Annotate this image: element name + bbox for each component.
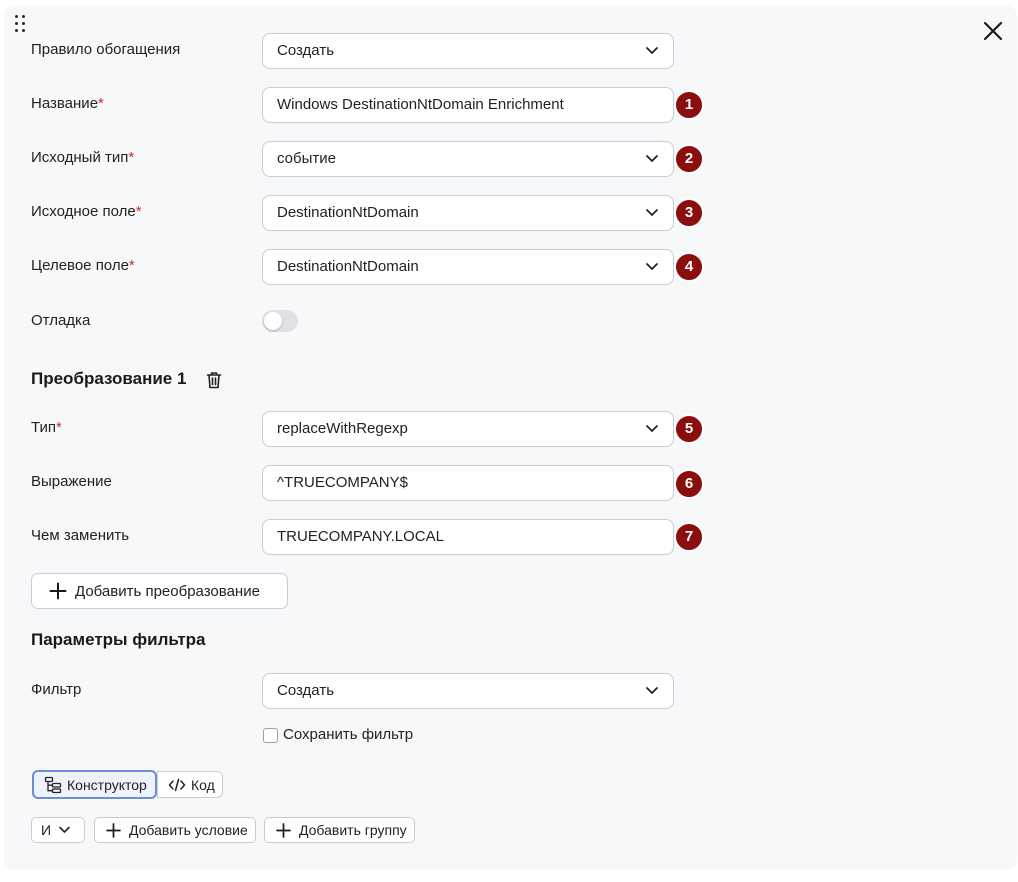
chevron-down-icon [646,155,658,162]
add-group-label: Добавить группу [299,822,407,838]
chevron-down-icon [646,687,658,694]
required-mark: * [128,149,135,166]
chevron-down-icon [59,826,70,833]
replace-with-input[interactable]: TRUECOMPANY.LOCAL [262,519,674,555]
step-badge-3: 3 [674,198,704,228]
enrichment-rule-label: Правило обогащения [31,40,180,60]
add-condition-label: Добавить условие [129,822,248,838]
step-badge-6: 6 [674,469,704,499]
tab-code-label: Код [191,776,215,793]
source-field-select[interactable]: DestinationNtDomain [262,195,674,231]
source-field-value: DestinationNtDomain [277,204,419,221]
source-type-label: Исходный тип* [31,148,134,168]
source-field-label: Исходное поле* [31,202,142,222]
target-field-label: Целевое поле* [31,256,135,276]
enrichment-rule-select[interactable]: Создать [262,33,674,69]
debug-toggle[interactable] [262,310,298,332]
enrichment-rule-value: Создать [277,42,335,59]
chevron-down-icon [646,263,658,270]
step-badge-4: 4 [674,252,704,282]
toggle-knob [264,312,282,330]
drag-handle-icon[interactable] [13,15,27,33]
transform-type-select[interactable]: replaceWithRegexp [262,411,674,447]
step-badge-2: 2 [674,144,704,174]
source-type-label-text: Исходный тип [31,149,129,166]
step-badge-7: 7 [674,522,704,552]
tab-constructor[interactable]: Конструктор [32,770,157,799]
add-condition-button[interactable]: Добавить условие [94,817,256,843]
add-transformation-label: Добавить преобразование [75,582,260,600]
add-transformation-button[interactable]: Добавить преобразование [31,573,288,609]
name-label: Название* [31,94,104,114]
debug-label: Отладка [31,312,91,329]
trash-icon[interactable] [206,371,222,389]
source-type-select[interactable]: событие [262,141,674,177]
tab-code[interactable]: Код [157,771,223,798]
replace-with-label: Чем заменить [31,527,130,544]
logic-operator-select[interactable]: И [31,817,85,843]
filter-select[interactable]: Создать [262,673,674,709]
tab-constructor-label: Конструктор [67,776,147,793]
transform-type-value: replaceWithRegexp [277,420,408,437]
code-brackets-icon [168,778,186,791]
source-field-label-text: Исходное поле [31,203,136,220]
plus-icon [49,582,67,600]
required-mark: * [56,419,62,436]
enrichment-rule-label-text: Правило обогащения [31,41,181,58]
plus-icon [106,822,121,838]
chevron-down-icon [646,209,658,216]
plus-icon [276,822,291,838]
filter-value: Создать [277,682,335,699]
required-mark: * [98,95,104,112]
name-input-value: Windows DestinationNtDomain Enrichment [277,96,564,113]
name-input[interactable]: Windows DestinationNtDomain Enrichment [262,87,674,123]
expression-input[interactable]: ^TRUECOMPANY$ [262,465,674,501]
target-field-select[interactable]: DestinationNtDomain [262,249,674,285]
target-field-value: DestinationNtDomain [277,258,419,275]
source-type-value: событие [277,150,336,167]
chevron-down-icon [646,47,658,54]
transform-type-label: Тип* [31,418,62,438]
filter-params-title: Параметры фильтра [31,630,206,649]
transformation-title: Преобразование 1 [31,369,187,388]
required-mark: * [135,203,142,220]
expression-label: Выражение [31,473,112,490]
step-badge-1: 1 [674,90,704,120]
add-group-button[interactable]: Добавить группу [264,817,415,843]
logic-operator-value: И [41,822,52,838]
step-badge-5: 5 [674,414,704,444]
transform-type-label-text: Тип [31,419,57,436]
chevron-down-icon [646,425,658,432]
save-filter-checkbox[interactable] [263,728,278,743]
name-label-text: Название [31,95,99,112]
filter-label: Фильтр [31,681,82,698]
save-filter-label[interactable]: Сохранить фильтр [283,725,413,745]
target-field-label-text: Целевое поле [31,257,129,274]
required-mark: * [128,257,135,274]
expression-input-value: ^TRUECOMPANY$ [277,474,408,491]
close-icon[interactable] [980,18,1006,44]
tree-structure-icon [44,776,62,793]
replace-with-input-value: TRUECOMPANY.LOCAL [277,528,444,545]
